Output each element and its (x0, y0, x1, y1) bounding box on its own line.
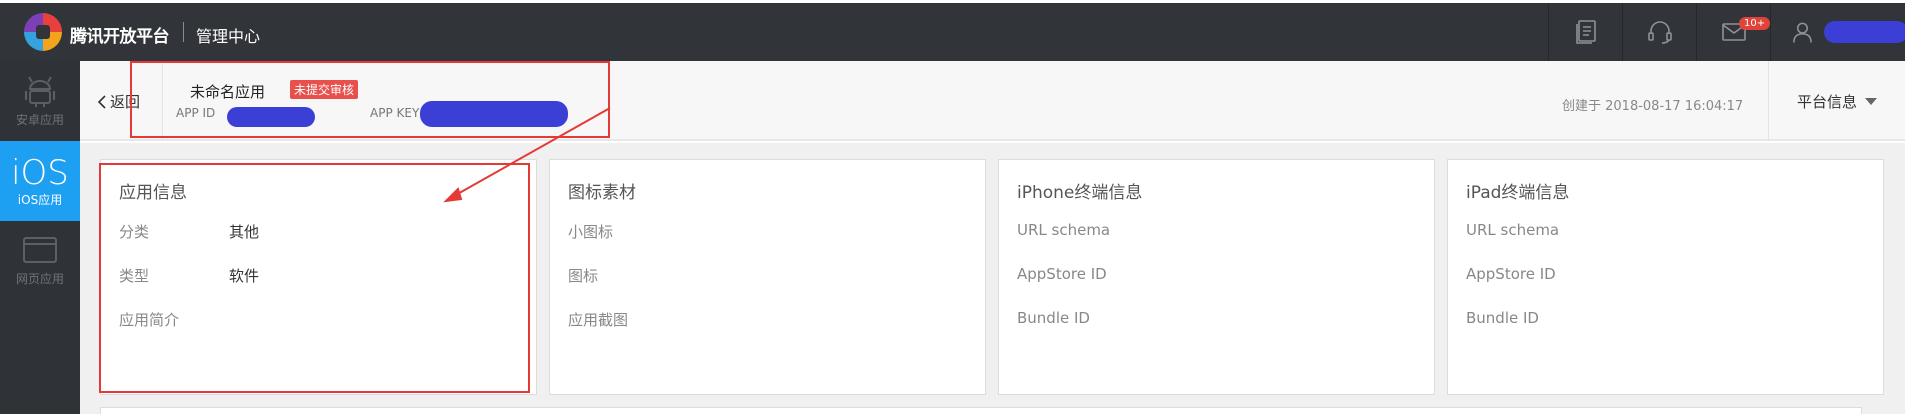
field-label: Bundle ID (1466, 309, 1539, 327)
card-title: iPad终端信息 (1466, 183, 1570, 203)
top-nav-bar: 腾讯开放平台 管理中心 10+ (0, 3, 1920, 61)
field-label: Bundle ID (1017, 309, 1090, 327)
card-title: iPhone终端信息 (1017, 183, 1143, 203)
window-edge (1905, 0, 1920, 414)
header-tools: 10+ (1548, 3, 1908, 61)
field-label: AppStore ID (1017, 265, 1107, 283)
caret-down-icon (1865, 97, 1877, 105)
tencent-logo-icon[interactable] (24, 13, 62, 51)
chevron-left-icon (97, 94, 106, 109)
platform-info-dropdown[interactable]: 平台信息 (1768, 61, 1905, 141)
created-time: 创建于 2018-08-17 16:04:17 (1562, 99, 1744, 114)
field-label: URL schema (1017, 221, 1111, 239)
platform-info-label: 平台信息 (1796, 92, 1857, 111)
sidebar-item-label: 网页应用 (15, 271, 64, 286)
sidebar-item-label: 安卓应用 (15, 113, 64, 127)
brand-title[interactable]: 腾讯开放平台 (70, 22, 170, 47)
annotation-box-app-info (99, 163, 530, 393)
card-iphone-info: iPhone终端信息 URL schema AppStore ID Bundle… (998, 159, 1435, 395)
docs-button[interactable] (1548, 3, 1622, 61)
card-ipad-info: iPad终端信息 URL schema AppStore ID Bundle I… (1447, 159, 1884, 395)
customer-service-button[interactable] (1622, 3, 1696, 61)
platform-sidebar: 安卓应用 iOS iOS应用 网页应用 (0, 61, 80, 414)
field-label: URL schema (1466, 221, 1560, 239)
android-icon (25, 76, 55, 107)
section-title[interactable]: 管理中心 (196, 23, 260, 47)
notification-badge: 10+ (1739, 17, 1771, 30)
field-label: 应用截图 (568, 311, 629, 329)
sidebar-item-android[interactable]: 安卓应用 (0, 61, 80, 141)
ios-glyph-icon: iOS (11, 152, 69, 193)
next-section-card (100, 407, 1862, 414)
card-title: 图标素材 (568, 183, 636, 203)
card-icon-assets: 图标素材 小图标 图标 应用截图 (549, 159, 986, 395)
field-label: 小图标 (568, 223, 614, 241)
headset-icon (1647, 21, 1672, 44)
user-icon (1793, 22, 1812, 43)
field-label: AppStore ID (1466, 265, 1556, 283)
sidebar-item-ios[interactable]: iOS iOS应用 (0, 141, 80, 221)
sidebar-item-web[interactable]: 网页应用 (0, 221, 80, 301)
sidebar-item-label: iOS应用 (17, 192, 63, 207)
messages-button[interactable]: 10+ (1696, 3, 1771, 61)
redacted-username (1823, 21, 1908, 43)
document-icon (1575, 20, 1596, 44)
user-menu[interactable] (1770, 3, 1908, 61)
annotation-box-header (130, 61, 610, 138)
header-divider (183, 22, 184, 42)
field-label: 图标 (568, 267, 599, 285)
web-window-icon (23, 236, 57, 263)
